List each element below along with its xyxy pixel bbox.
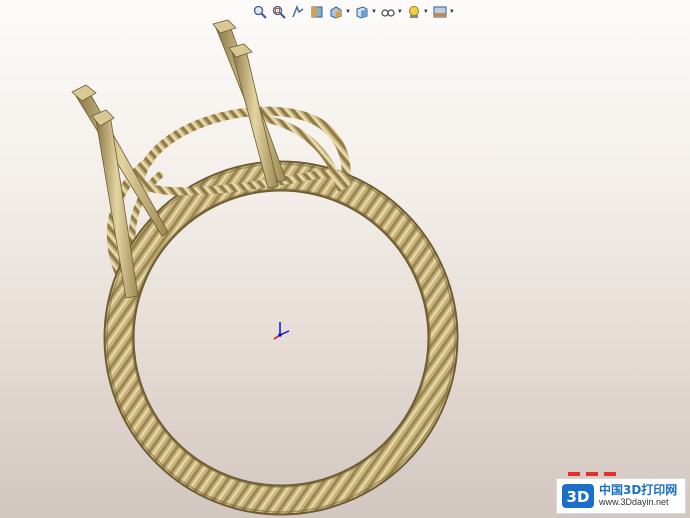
hide-show-items-icon[interactable] xyxy=(380,4,396,20)
graphics-area[interactable]: ▼ ▼ ▼ ▼ ▼ 3D 中国3D打印网 www.3Ddayin.net xyxy=(0,0,690,518)
origin-triad xyxy=(273,322,290,340)
apply-scene-icon[interactable] xyxy=(432,4,448,20)
view-heads-up-toolbar: ▼ ▼ ▼ ▼ ▼ xyxy=(252,2,455,22)
watermark-url: www.3Ddayin.net xyxy=(599,496,669,507)
watermark-red-strip xyxy=(568,472,616,476)
view-orientation-icon[interactable] xyxy=(328,4,344,20)
section-view-icon[interactable] xyxy=(309,4,325,20)
apply-scene-dropdown-icon[interactable]: ▼ xyxy=(449,9,455,15)
display-style-icon[interactable] xyxy=(354,4,370,20)
hide-show-items-dropdown-icon[interactable]: ▼ xyxy=(397,9,403,15)
edit-appearance-dropdown-icon[interactable]: ▼ xyxy=(423,9,429,15)
display-style-dropdown-icon[interactable]: ▼ xyxy=(371,9,377,15)
previous-view-icon[interactable] xyxy=(290,4,306,20)
watermark-title: 中国3D打印网 xyxy=(599,483,678,498)
edit-appearance-icon[interactable] xyxy=(406,4,422,20)
logo-text: 3D xyxy=(567,488,590,506)
zoom-to-area-icon[interactable] xyxy=(271,4,287,20)
3d-logo-icon: 3D xyxy=(562,484,594,508)
view-orientation-dropdown-icon[interactable]: ▼ xyxy=(345,9,351,15)
zoom-to-fit-icon[interactable] xyxy=(252,4,268,20)
ring-model[interactable] xyxy=(0,0,690,518)
watermark-logo: 3D 中国3D打印网 www.3Ddayin.net xyxy=(556,478,686,514)
